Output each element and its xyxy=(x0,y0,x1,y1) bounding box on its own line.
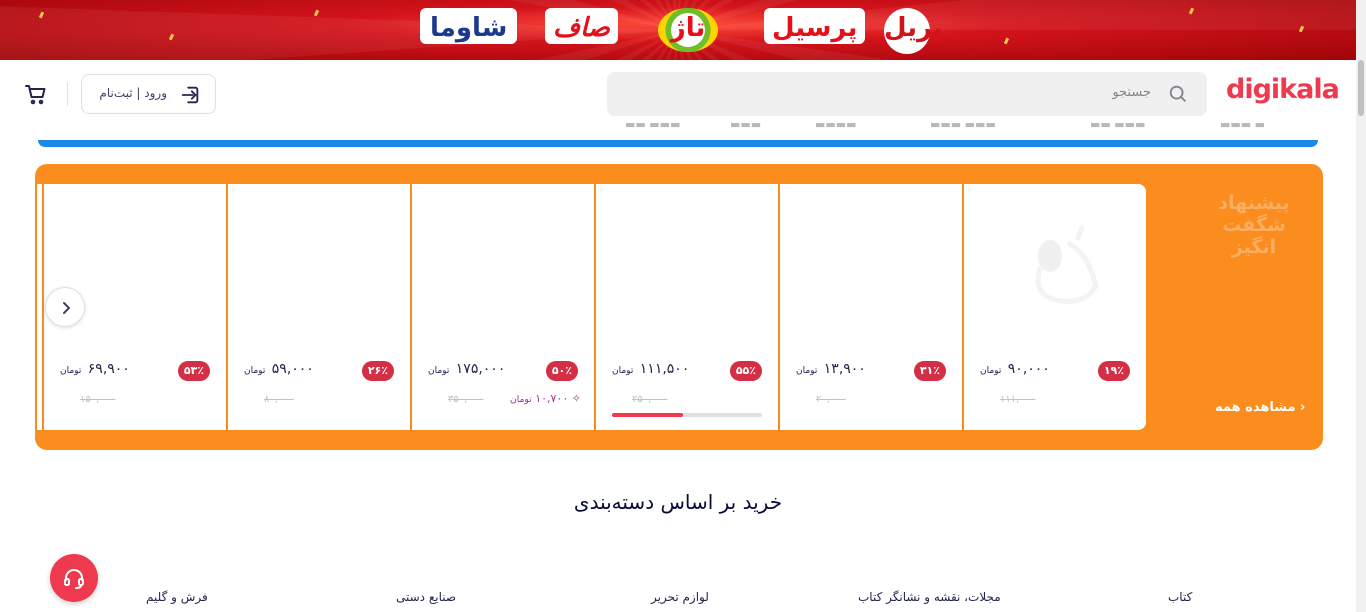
brand-logo-taj: تاژ xyxy=(658,8,718,52)
brand-logo-persil: پرسیل xyxy=(764,8,866,44)
product-price: ۹۰,۰۰۰ تومان xyxy=(980,361,1050,377)
nav-item: ▬▬▬ ▬▬ xyxy=(1090,118,1146,131)
old-price: ۱۱۱,۰۰۰ xyxy=(1000,394,1036,405)
discount-badge: ۳۱٪ xyxy=(913,361,946,381)
scrollbar-thumb[interactable] xyxy=(1358,60,1364,116)
login-icon xyxy=(181,86,199,104)
card-divider xyxy=(594,184,596,430)
discount-badge: ۵۵٪ xyxy=(729,361,762,381)
headset-icon xyxy=(1035,225,1099,304)
search-icon xyxy=(1169,85,1186,102)
old-price: ۸۰,۰۰۰ xyxy=(264,394,295,405)
support-button[interactable] xyxy=(50,554,98,602)
promo-banner[interactable]: پریل پرسیل تاژ صاف شاوما xyxy=(0,0,1356,60)
price-value: ۱۳,۹۰۰ xyxy=(823,361,866,377)
product-card[interactable]: ۳۱٪ ۱۳,۹۰۰ تومان ۲۰,۰۰۰ xyxy=(780,184,962,430)
old-price: ۲۰,۰۰۰ xyxy=(816,394,847,405)
brand-logo-pril: پریل xyxy=(884,8,943,54)
product-card[interactable]: ۵۵٪ ۱۱۱,۵۰۰ تومان ۲۵۰,۰۰۰ xyxy=(596,184,778,430)
nav-item: ▬▬▬▬ xyxy=(815,118,857,131)
price-value: ۱۷۵,۰۰۰ xyxy=(455,361,506,377)
product-price: ۱۷۵,۰۰۰ تومان xyxy=(428,361,505,377)
currency-label: تومان xyxy=(244,366,266,376)
sparkle-icon: ✧ xyxy=(571,392,581,405)
sold-progress-bar xyxy=(612,413,762,417)
card-divider xyxy=(226,184,228,430)
sold-progress-fill xyxy=(612,413,683,417)
category-magazines[interactable]: مجلات، نقشه و نشانگر کتاب xyxy=(858,590,1001,604)
nav-item: ▬▬▬ ▬▬ xyxy=(625,118,681,131)
nav-item: ▬▬▬ xyxy=(730,118,762,131)
login-button[interactable]: ورود | ثبت‌نام xyxy=(81,74,216,114)
chevron-left-icon: ‹ xyxy=(1300,400,1306,415)
product-price: ۱۳,۹۰۰ تومان xyxy=(796,361,866,377)
category-section-title: خرید بر اساس دسته‌بندی xyxy=(573,490,783,514)
currency-label: تومان xyxy=(428,366,450,376)
category-carpets[interactable]: فرش و گلیم xyxy=(146,590,208,604)
nav-item: ▬▬▬ ▬▬▬ xyxy=(930,118,996,131)
price-value: ۶۹,۹۰۰ xyxy=(87,361,130,377)
amazing-offers-title: پیشنهاد شگفت انگیز xyxy=(1218,192,1290,258)
price-value: ۹۰,۰۰۰ xyxy=(1007,361,1050,377)
discount-badge: ۲۶٪ xyxy=(361,361,394,381)
headset-support-icon xyxy=(64,569,84,589)
product-card[interactable]: ۲۶٪ ۵۹,۰۰۰ تومان ۸۰,۰۰۰ xyxy=(228,184,410,430)
login-label: ورود | ثبت‌نام xyxy=(99,86,167,100)
discount-badge: ۵۳٪ xyxy=(177,361,210,381)
brand-logo-saf: صاف xyxy=(545,8,618,44)
search-placeholder: جستجو xyxy=(1112,85,1151,100)
old-price: ۳۵۰,۰۰۰ xyxy=(448,394,484,405)
product-price: ۱۱۱,۵۰۰ تومان xyxy=(612,361,689,377)
see-all-label: مشاهده همه xyxy=(1215,400,1296,415)
chevron-right-icon xyxy=(63,302,70,314)
price-value: ۵۹,۰۰۰ xyxy=(271,361,314,377)
carousel-prev-button[interactable] xyxy=(45,287,85,327)
price-value: ۱۱۱,۵۰۰ xyxy=(639,361,690,377)
card-divider xyxy=(778,184,780,430)
currency-label: تومان xyxy=(510,394,532,405)
card-divider xyxy=(962,184,964,430)
currency-label: تومان xyxy=(612,366,634,376)
category-nav-faded: ▬ ▬▬▬ ▬▬▬ ▬▬ ▬▬▬ ▬▬▬ ▬▬▬▬ ▬▬▬ ▬▬▬ ▬▬ xyxy=(0,116,1356,134)
vertical-scrollbar[interactable] xyxy=(1356,0,1366,612)
blue-banner-edge xyxy=(38,140,1318,147)
nav-item: ▬ ▬▬▬ xyxy=(1220,118,1266,131)
search-input[interactable]: جستجو xyxy=(607,72,1207,116)
discount-badge: ۵۰٪ xyxy=(545,361,578,381)
product-price: ۵۹,۰۰۰ تومان xyxy=(244,361,314,377)
brand-logo-shaoma: شاوما xyxy=(420,8,518,44)
club-coin: ✧ ۱۰,۷۰۰ تومان xyxy=(510,392,581,405)
product-card[interactable]: ۱۹٪ ۹۰,۰۰۰ تومان ۱۱۱,۰۰۰ xyxy=(964,184,1146,430)
offer-carousel: ۱۹٪ ۹۰,۰۰۰ تومان ۱۱۱,۰۰۰ ۳۱٪ ۱۳,۹۰۰ توما… xyxy=(37,184,1146,430)
currency-label: تومان xyxy=(980,366,1002,376)
digikala-logo[interactable]: digikala xyxy=(1226,74,1340,105)
product-price: ۶۹,۹۰۰ تومان xyxy=(60,361,130,377)
see-all-link[interactable]: ‹ مشاهده همه xyxy=(1215,400,1305,415)
card-divider xyxy=(42,184,44,430)
currency-label: تومان xyxy=(60,366,82,376)
card-divider xyxy=(410,184,412,430)
old-price: ۲۵۰,۰۰۰ xyxy=(632,394,668,405)
category-stationery[interactable]: لوازم تحریر xyxy=(651,590,709,604)
header-divider xyxy=(67,82,68,106)
old-price: ۱۵۰,۰۰۰ xyxy=(80,394,116,405)
product-card[interactable]: ۵۰٪ ۱۷۵,۰۰۰ تومان ۳۵۰,۰۰۰ ✧ ۱۰,۷۰۰ تومان xyxy=(412,184,594,430)
currency-label: تومان xyxy=(796,366,818,376)
discount-badge: ۱۹٪ xyxy=(1097,361,1130,381)
category-book[interactable]: کتاب xyxy=(1168,590,1192,604)
category-handicrafts[interactable]: صنایع دستی xyxy=(396,590,456,604)
cart-icon[interactable] xyxy=(24,82,48,106)
coin-value: ۱۰,۷۰۰ xyxy=(535,392,569,405)
